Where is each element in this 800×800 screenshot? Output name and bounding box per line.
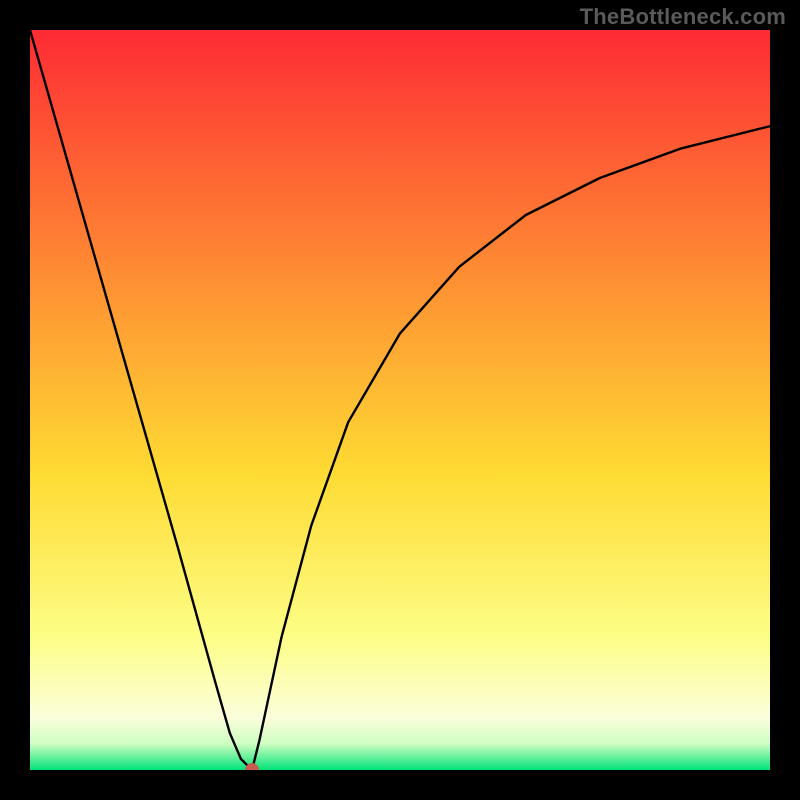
chart-svg	[30, 30, 770, 770]
gradient-background	[30, 30, 770, 770]
plot-area	[30, 30, 770, 770]
chart-frame: TheBottleneck.com	[0, 0, 800, 800]
watermark-text: TheBottleneck.com	[580, 4, 786, 30]
